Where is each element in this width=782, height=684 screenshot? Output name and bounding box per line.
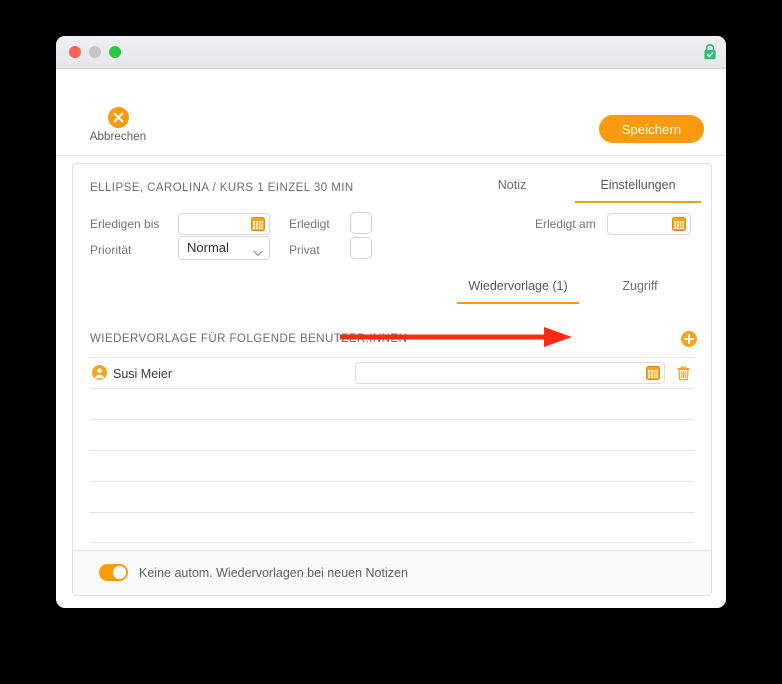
- top-tab-bar: Notiz Einstellungen: [449, 178, 701, 203]
- add-circle-plus-icon[interactable]: [681, 331, 697, 347]
- auto-reminder-toggle-label: Keine autom. Wiedervorlagen bei neuen No…: [139, 566, 408, 580]
- due-date-field[interactable]: [178, 213, 270, 235]
- done-at-label: Erledigt am: [535, 217, 596, 231]
- tab-einstellungen[interactable]: Einstellungen: [575, 178, 701, 203]
- cancel-circle-x-icon: [107, 107, 129, 128]
- close-window-button[interactable]: [69, 46, 81, 58]
- table-row[interactable]: [90, 388, 694, 419]
- calendar-icon[interactable]: [672, 217, 686, 231]
- minimize-window-button[interactable]: [89, 46, 101, 58]
- table-row[interactable]: Susi Meier: [90, 357, 694, 388]
- done-checkbox-label: Erledigt: [289, 217, 330, 231]
- calendar-icon[interactable]: [646, 366, 660, 380]
- window-toolbar: Abbrechen Speichern: [56, 69, 726, 156]
- table-row[interactable]: [90, 419, 694, 450]
- priority-label: Priorität: [90, 243, 132, 257]
- calendar-icon[interactable]: [251, 217, 265, 231]
- zoom-window-button[interactable]: [109, 46, 121, 58]
- section-header: WIEDERVORLAGE FÜR FOLGENDE BENUTZER:INNE…: [73, 324, 711, 356]
- private-checkbox[interactable]: [350, 237, 372, 259]
- priority-select[interactable]: Normal: [178, 236, 270, 260]
- user-name: Susi Meier: [113, 367, 173, 381]
- table-row[interactable]: [90, 481, 694, 512]
- cancel-button-label: Abbrechen: [89, 131, 147, 143]
- app-window: Abbrechen Speichern ELLIPSE, CAROLINA / …: [56, 36, 726, 608]
- window-titlebar: [56, 36, 726, 69]
- record-title: ELLIPSE, CAROLINA / KURS 1 EINZEL 30 MIN: [90, 182, 354, 194]
- content-panel: ELLIPSE, CAROLINA / KURS 1 EINZEL 30 MIN…: [72, 163, 712, 596]
- cancel-button[interactable]: Abbrechen: [80, 107, 156, 143]
- table-row[interactable]: [90, 450, 694, 481]
- user-avatar-icon: [92, 365, 107, 380]
- section-title: WIEDERVORLAGE FÜR FOLGENDE BENUTZER:INNE…: [90, 333, 408, 345]
- sub-tab-bar: Wiedervorlage (1) Zugriff: [457, 279, 701, 304]
- tab-wiedervorlage[interactable]: Wiedervorlage (1): [457, 279, 579, 304]
- screen: Abbrechen Speichern ELLIPSE, CAROLINA / …: [0, 0, 782, 684]
- green-padlock-icon: [701, 42, 719, 62]
- traffic-lights: [69, 46, 121, 58]
- tab-zugriff[interactable]: Zugriff: [579, 279, 701, 304]
- due-date-label: Erledigen bis: [90, 217, 160, 231]
- private-checkbox-label: Privat: [289, 243, 320, 257]
- table-row[interactable]: [90, 512, 694, 543]
- done-at-field[interactable]: [607, 213, 691, 235]
- save-button[interactable]: Speichern: [599, 115, 704, 143]
- priority-select-value: Normal: [187, 240, 229, 255]
- reminder-user-table: Susi Meier: [90, 357, 694, 543]
- settings-form: Erledigen bis Erledigt Erledigt am Prior…: [73, 210, 711, 276]
- tab-notiz[interactable]: Notiz: [449, 178, 575, 203]
- row-date-field[interactable]: [355, 362, 665, 384]
- auto-reminder-toggle[interactable]: [99, 564, 128, 581]
- content-header: ELLIPSE, CAROLINA / KURS 1 EINZEL 30 MIN…: [73, 164, 711, 210]
- chevron-down-icon: [253, 244, 263, 257]
- content-footer: Keine autom. Wiedervorlagen bei neuen No…: [73, 550, 711, 595]
- trash-icon[interactable]: [676, 365, 691, 381]
- done-checkbox[interactable]: [350, 212, 372, 234]
